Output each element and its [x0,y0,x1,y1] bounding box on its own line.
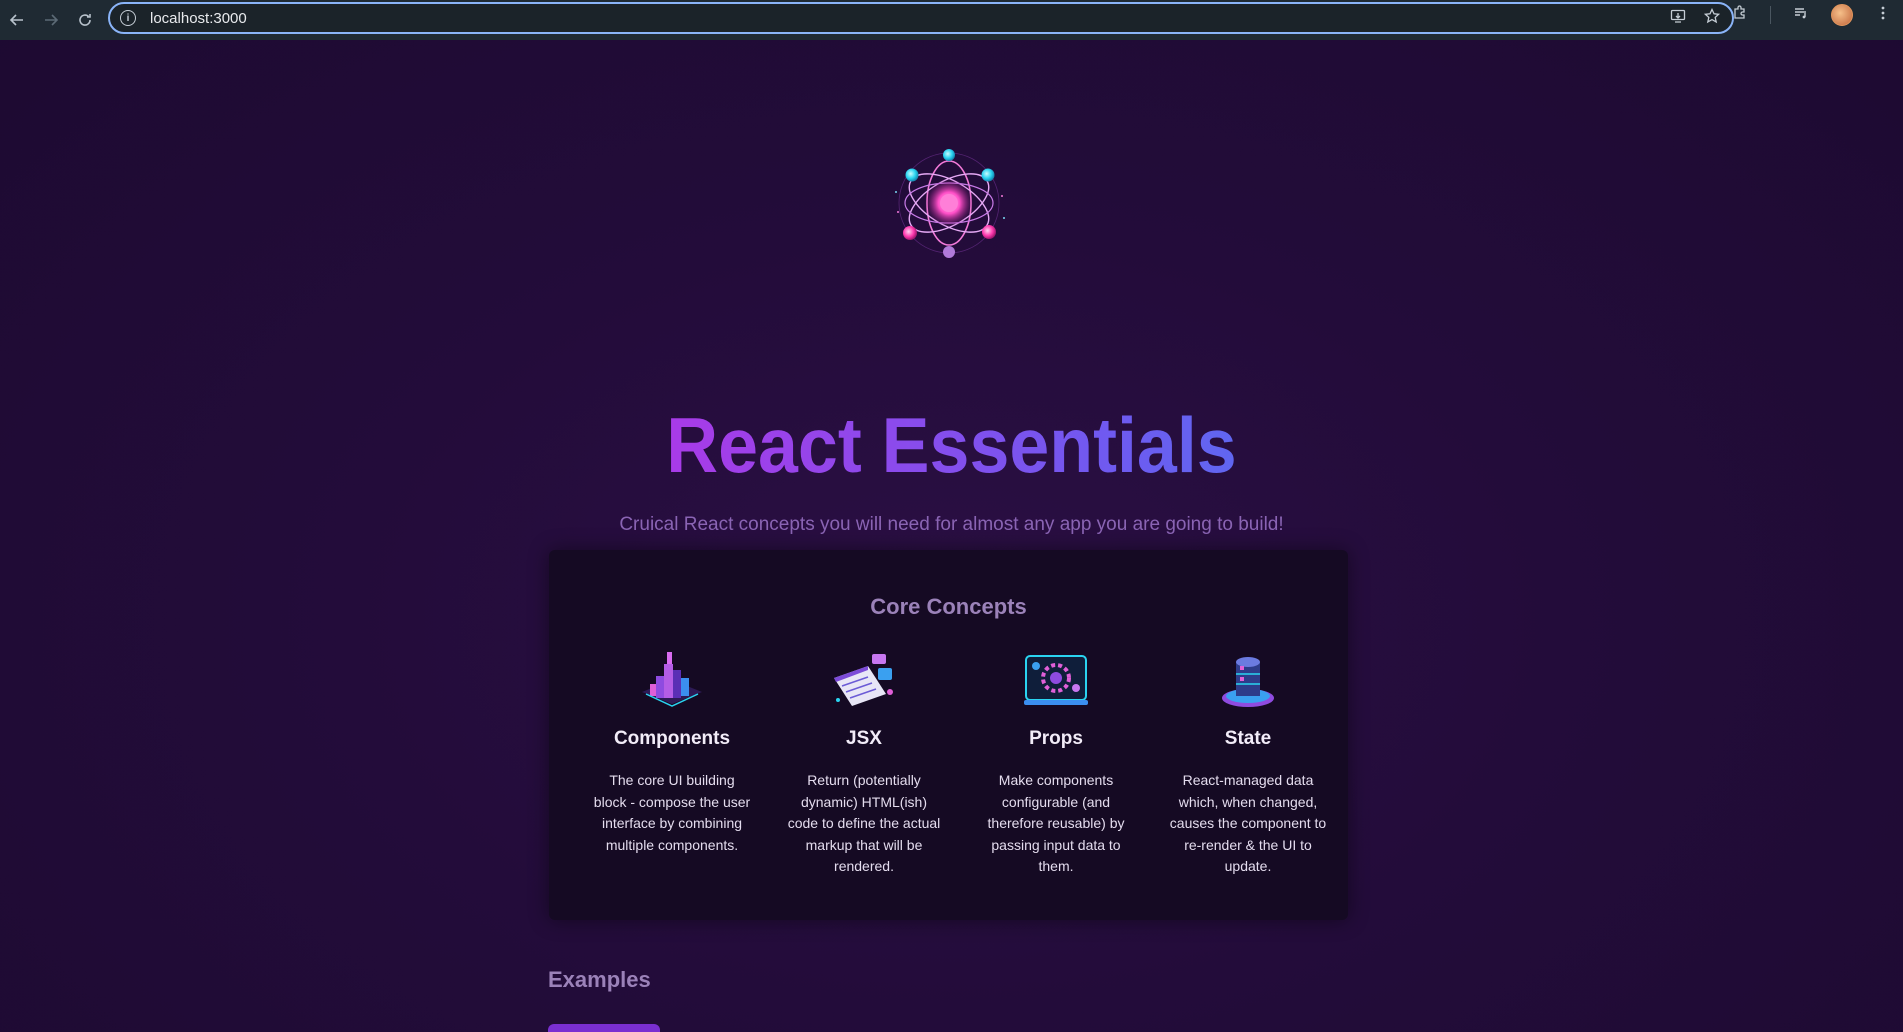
concept-title: Props [1029,728,1083,749]
react-atom-logo [868,122,1030,284]
props-image [1020,648,1092,712]
concept-title: Components [613,728,731,749]
examples-heading: Examples [548,967,651,992]
address-bar[interactable]: i localhost:3000 [108,2,1734,34]
concept-state: State React-managed data which, when cha… [1152,648,1344,878]
install-app-icon[interactable] [1668,8,1688,29]
reload-button[interactable] [68,4,102,36]
concept-description: The core UI building block - compose the… [593,772,751,853]
jsx-image [828,648,900,712]
concept-title: State [1224,728,1272,749]
core-concepts-section: Core Concepts Components The core UI bui… [549,550,1348,920]
info-icon[interactable]: i [120,10,136,26]
core-concepts-heading: Core Concepts [870,594,1027,619]
concept-list: Components The core UI building block - … [576,648,1344,878]
forward-button[interactable] [34,4,68,36]
page-subtitle: Cruical React concepts you will need for… [619,514,1284,535]
concept-jsx: JSX Return (potentially dynamic) HTML(is… [768,648,960,878]
toolbar-divider [1770,6,1771,24]
reload-icon [79,14,91,26]
browser-toolbar: i localhost:3000 [0,0,1903,40]
examples-tab-button[interactable] [548,1024,660,1032]
media-controls-icon[interactable] [1791,5,1811,26]
bookmark-star-icon[interactable] [1702,7,1722,29]
url-text[interactable]: localhost:3000 [150,10,247,27]
page-content: React Essentials Cruical React concepts … [0,40,1903,1032]
page-title: React Essentials [76,400,1827,491]
arrow-left-icon [9,14,23,26]
arrow-right-icon [45,14,59,26]
profile-avatar[interactable] [1831,4,1853,26]
components-image [636,648,708,712]
concept-description: React-managed data which, when changed, … [1169,772,1327,874]
concept-title: JSX [846,728,882,749]
extensions-icon[interactable] [1730,4,1750,26]
more-menu-icon[interactable] [1873,5,1893,26]
concept-description: Return (potentially dynamic) HTML(ish) c… [787,772,941,874]
concept-components: Components The core UI building block - … [576,648,768,878]
back-button[interactable] [0,4,34,36]
state-image [1212,648,1284,712]
concept-props: Props Make components configurable (and … [960,648,1152,878]
concept-description: Make components configurable (and theref… [987,772,1125,874]
